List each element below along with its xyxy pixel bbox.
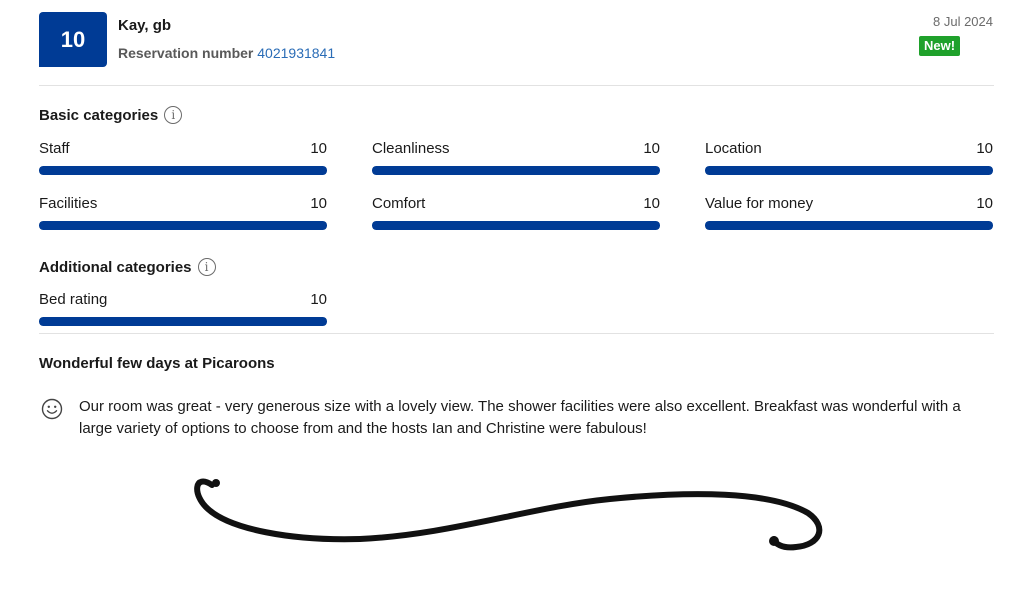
category-bar	[39, 221, 327, 230]
category-label: Facilities	[39, 195, 98, 212]
category-score: 10	[643, 195, 660, 212]
category-cleanliness: Cleanliness 10	[372, 139, 660, 175]
basic-categories-heading: Basic categories i	[39, 106, 183, 124]
category-score: 10	[310, 291, 327, 308]
category-bar	[39, 317, 327, 326]
decorative-flourish	[194, 478, 823, 551]
category-bar	[372, 221, 660, 230]
category-bar-fill	[39, 221, 327, 230]
category-bar-fill	[705, 221, 993, 230]
category-label: Bed rating	[39, 291, 108, 308]
info-icon[interactable]: i	[164, 106, 183, 124]
category-label: Staff	[39, 140, 70, 157]
category-label: Comfort	[372, 195, 426, 212]
category-label: Location	[705, 140, 762, 157]
review-text: Our room was great - very generous size …	[79, 398, 961, 437]
reviewer-name: Kay, gb	[118, 17, 172, 34]
category-value-for-money: Value for money 10	[705, 194, 993, 230]
category-score: 10	[976, 140, 993, 157]
basic-categories-title: Basic categories	[39, 106, 159, 124]
category-bar-fill	[372, 221, 660, 230]
category-label: Cleanliness	[372, 140, 450, 157]
category-score: 10	[310, 140, 327, 157]
review-date: 8 Jul 2024	[933, 14, 993, 29]
new-badge: New!	[919, 36, 961, 56]
category-staff: Staff 10	[39, 139, 327, 175]
review-score-badge: 10	[39, 12, 107, 67]
category-bar-fill	[39, 166, 327, 175]
category-bar	[372, 166, 660, 175]
category-bed-rating: Bed rating 10	[39, 290, 327, 326]
categories-divider	[39, 333, 994, 334]
info-icon[interactable]: i	[197, 258, 216, 276]
category-bar	[705, 166, 993, 175]
category-score: 10	[643, 140, 660, 157]
additional-categories-heading: Additional categories i	[39, 258, 216, 276]
header-divider	[39, 85, 994, 86]
review-title: Wonderful few days at Picaroons	[39, 355, 275, 372]
category-bar-fill	[705, 166, 993, 175]
additional-categories-title: Additional categories	[39, 258, 192, 276]
category-score: 10	[976, 195, 993, 212]
category-score: 10	[310, 195, 327, 212]
category-comfort: Comfort 10	[372, 194, 660, 230]
category-bar	[705, 221, 993, 230]
category-facilities: Facilities 10	[39, 194, 327, 230]
reservation-label: Reservation number	[118, 45, 254, 61]
reservation-info: Reservation number 4021931841	[118, 45, 335, 61]
category-label: Value for money	[705, 195, 814, 212]
smile-icon	[41, 398, 63, 420]
category-bar	[39, 166, 327, 175]
category-bar-fill	[39, 317, 327, 326]
reservation-number-link[interactable]: 4021931841	[257, 45, 335, 61]
category-bar-fill	[372, 166, 660, 175]
category-location: Location 10	[705, 139, 993, 175]
